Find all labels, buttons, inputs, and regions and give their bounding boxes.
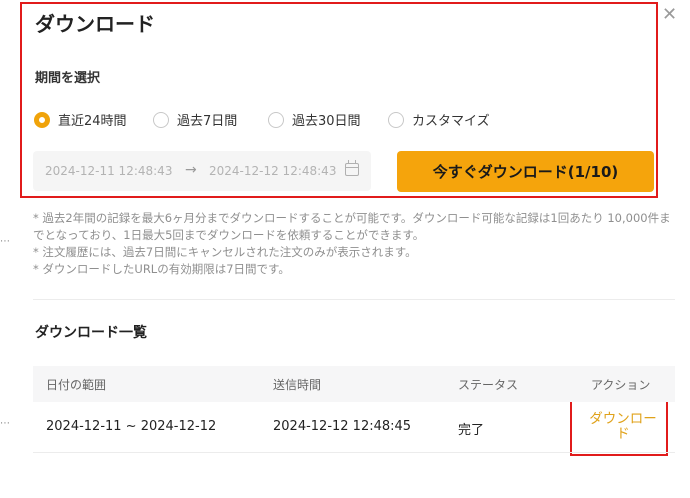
download-link[interactable]: ダウンロード <box>584 412 662 442</box>
radio-label: 過去7日間 <box>177 114 238 129</box>
date-range-picker[interactable]: 2024-12-11 12:48:43 → 2024-12-12 12:48:4… <box>33 151 371 191</box>
note-text: * ダウンロードしたURLの有効期限は7日間です。 <box>33 262 290 276</box>
radio-label: カスタマイズ <box>412 114 490 129</box>
cell-date-range: 2024-12-11 ~ 2024-12-12 <box>46 419 217 434</box>
radio-last-30-days[interactable]: 過去30日間 <box>268 110 361 129</box>
period-label: 期間を選択 <box>35 71 101 86</box>
radio-selected-icon <box>34 111 50 128</box>
close-icon[interactable]: ✕ <box>662 6 677 24</box>
note-text: * 過去2年間の記録を最大6ヶ月分までダウンロードすることが可能です。ダウンロー… <box>33 211 671 242</box>
dialog-title: ダウンロード <box>35 12 155 36</box>
table-header: 日付の範囲 送信時間 ステータス アクション <box>33 366 675 402</box>
left-edge-dots: ⋯ <box>0 236 11 247</box>
left-edge-dots: ⋯ <box>0 418 11 429</box>
radio-empty-icon <box>388 111 404 128</box>
radio-customize[interactable]: カスタマイズ <box>388 110 490 129</box>
arrow-right-icon: → <box>185 162 197 178</box>
cell-status: 完了 <box>458 423 485 438</box>
table-row: 2024-12-11 ~ 2024-12-12 2024-12-12 12:48… <box>33 402 675 453</box>
radio-last-7-days[interactable]: 過去7日間 <box>153 110 237 129</box>
divider <box>33 299 675 300</box>
column-header-status: ステータス <box>458 378 519 392</box>
cell-sent-time: 2024-12-12 12:48:45 <box>273 419 412 434</box>
download-now-button[interactable]: 今すぐダウンロード(1/10) <box>397 151 654 192</box>
note-text: * 注文履歴には、過去7日間にキャンセルされた注文のみが表示されます。 <box>33 245 417 259</box>
column-header-action: アクション <box>591 378 651 392</box>
calendar-icon[interactable] <box>345 160 359 176</box>
end-date-input[interactable]: 2024-12-12 12:48:43 <box>209 164 336 178</box>
download-list-title: ダウンロード一覧 <box>35 325 147 341</box>
radio-empty-icon <box>153 111 169 128</box>
radio-label: 過去30日間 <box>292 114 361 129</box>
column-header-date-range: 日付の範囲 <box>46 378 107 392</box>
radio-label: 直近24時間 <box>58 114 127 129</box>
start-date-input[interactable]: 2024-12-11 12:48:43 <box>45 164 172 178</box>
notes-section: * 過去2年間の記録を最大6ヶ月分までダウンロードすることが可能です。ダウンロー… <box>33 210 673 278</box>
radio-last-24-hours[interactable]: 直近24時間 <box>34 110 127 129</box>
column-header-sent-time: 送信時間 <box>273 378 322 392</box>
radio-empty-icon <box>268 111 284 128</box>
